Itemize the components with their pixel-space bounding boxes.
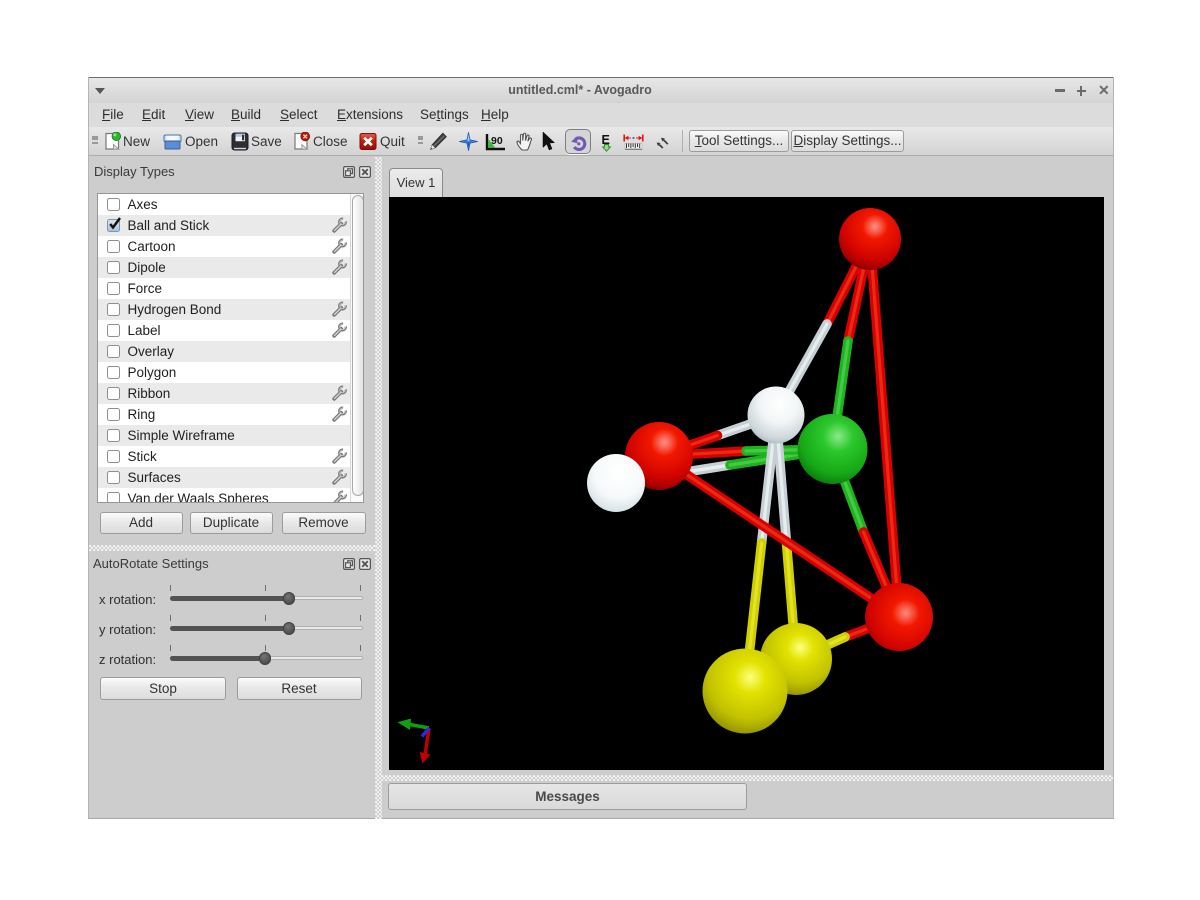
svg-text:90: 90 [491,135,503,147]
